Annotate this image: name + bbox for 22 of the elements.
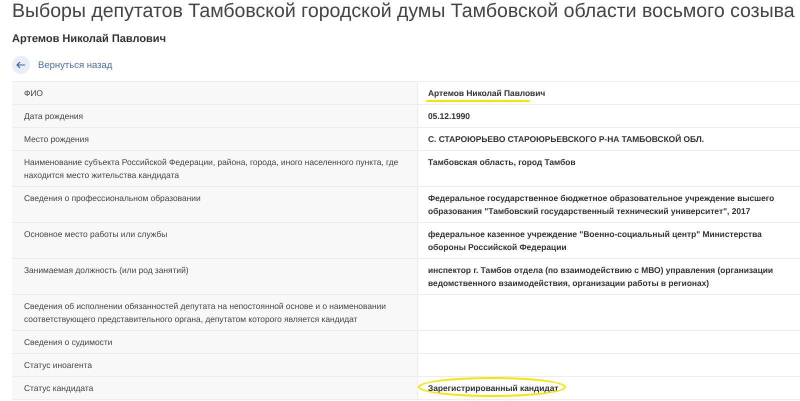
field-label: Место рождения xyxy=(12,128,418,150)
back-link[interactable]: Вернуться назад xyxy=(38,60,112,70)
field-label: Сведения о профессиональном образовании xyxy=(12,187,418,222)
field-label: Статус иноагента xyxy=(12,354,418,376)
field-label: Сведения об исполнении обязанностей депутата на непостоянной основе и о наименовании соответствующего представительного органа, депутатом которого является кандидат xyxy=(12,295,418,330)
field-label: Дата рождения xyxy=(12,105,418,127)
field-value: Федеральное государственное бюджетное образовательное учреждение высшего образования "Тамбовский государственный технический университет", 2017 xyxy=(428,192,774,216)
field-value: федеральное казенное учреждение "Военно-социальный центр" Министерства обороны Российской Федерации xyxy=(428,228,762,252)
field-label: Сведения о судимости xyxy=(12,331,418,353)
field-value: инспектор г. Тамбов отдела (по взаимодействию с МВО) управления (организации ведомственного взаимодействия, организации работы в регионах) xyxy=(428,264,774,288)
field-value: 05.12.1990 xyxy=(428,110,470,120)
field-label: ФИО xyxy=(12,82,418,104)
field-value: С. СТАРОЮРЬЕВО СТАРОЮРЬЕВСКОГО Р-НА ТАМБОВСКОЙ ОБЛ. xyxy=(428,134,704,144)
field-label: Статус кандидата xyxy=(12,377,418,399)
field-label: Занимаемая должность (или род занятий) xyxy=(12,259,418,294)
field-value: Тамбовская область, город Тамбов xyxy=(428,156,576,166)
field-value: Зарегистрированный кандидат xyxy=(428,382,558,392)
field-label: Основное место работы или службы xyxy=(12,223,418,258)
candidate-name: Артемов Николай Павлович xyxy=(12,32,167,46)
page-title: Выборы депутатов Тамбовской городской думы Тамбовской области восьмого созыва xyxy=(12,0,796,22)
field-label: Наименование субъекта Российской Федерации, района, города, иного населенного пункта, где находится место жительства кандидата xyxy=(12,151,418,186)
field-value: Артемов Николай Павлович xyxy=(428,88,546,98)
